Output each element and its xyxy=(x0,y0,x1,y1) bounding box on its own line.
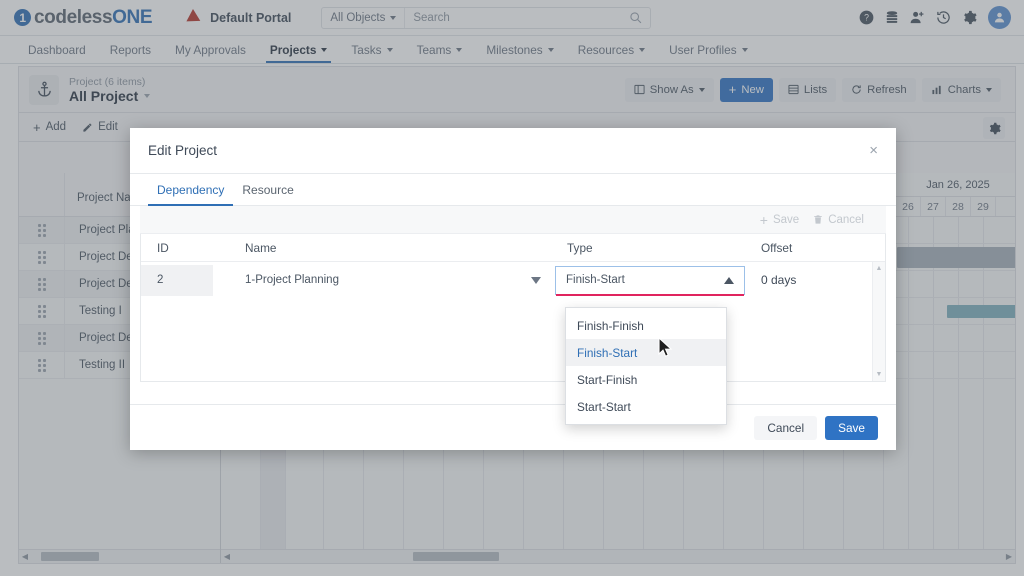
dialog-title: Edit Project xyxy=(148,143,218,158)
dependency-row: 2 1-Project Planning Finish-Start 0 days xyxy=(141,262,885,298)
dropdown-option-finish-start[interactable]: Finish-Start xyxy=(566,339,726,366)
scroll-down-icon[interactable]: ▼ xyxy=(876,371,883,378)
dependency-table-vscrollbar[interactable]: ▲ ▼ xyxy=(872,262,885,381)
cell-id-value[interactable]: 2 xyxy=(141,264,213,296)
chevron-down-icon[interactable] xyxy=(531,276,541,284)
cell-offset[interactable]: 0 days xyxy=(745,273,885,287)
cell-type: Finish-Start xyxy=(555,265,745,296)
column-header-type[interactable]: Type xyxy=(555,241,745,255)
dialog-tabs: Dependency Resource xyxy=(130,174,896,206)
tab-label: Dependency xyxy=(157,182,225,197)
tab-dependency[interactable]: Dependency xyxy=(148,174,234,206)
scroll-up-icon[interactable]: ▲ xyxy=(876,265,883,272)
dependency-table-header: ID Name Type Offset xyxy=(141,234,885,262)
cell-name[interactable]: 1-Project Planning xyxy=(229,274,555,286)
cell-id: 2 xyxy=(141,264,229,296)
save-button[interactable]: Save xyxy=(825,415,878,440)
chevron-up-icon[interactable] xyxy=(724,276,734,284)
dependency-table: ID Name Type Offset 2 1-Project Planning… xyxy=(140,234,886,382)
tab-label: Resource xyxy=(242,182,294,197)
dropdown-option-start-finish[interactable]: Start-Finish xyxy=(566,366,726,393)
inline-cancel-label: Cancel xyxy=(828,213,864,226)
name-select[interactable]: 1-Project Planning xyxy=(245,274,555,286)
type-select[interactable]: Finish-Start xyxy=(555,265,745,296)
dialog-footer: Cancel Save xyxy=(130,404,896,450)
type-select-value: Finish-Start xyxy=(566,274,625,286)
cell-name-value: 1-Project Planning xyxy=(245,274,339,286)
close-icon[interactable]: × xyxy=(869,143,878,158)
type-dropdown-menu: Finish-Finish Finish-Start Start-Finish … xyxy=(565,307,727,425)
cancel-button[interactable]: Cancel xyxy=(754,415,818,440)
edit-project-dialog: Edit Project × Dependency Resource + Sav… xyxy=(130,128,896,450)
trash-icon xyxy=(814,215,822,224)
plus-icon: + xyxy=(759,211,768,228)
inline-cancel-button[interactable]: Cancel xyxy=(813,214,864,226)
dropdown-option-finish-finish[interactable]: Finish-Finish xyxy=(566,312,726,339)
tab-resource[interactable]: Resource xyxy=(233,174,302,205)
inline-save-label: Save xyxy=(772,213,800,226)
column-header-offset[interactable]: Offset xyxy=(745,241,885,255)
column-header-name[interactable]: Name xyxy=(229,241,555,255)
dropdown-option-start-start[interactable]: Start-Start xyxy=(566,393,726,420)
dialog-inline-actions: + Save Cancel xyxy=(140,206,886,234)
mouse-cursor-icon xyxy=(658,337,673,358)
dialog-header: Edit Project × xyxy=(130,128,896,174)
inline-save-button[interactable]: + Save xyxy=(760,213,799,227)
column-header-id[interactable]: ID xyxy=(141,241,229,255)
